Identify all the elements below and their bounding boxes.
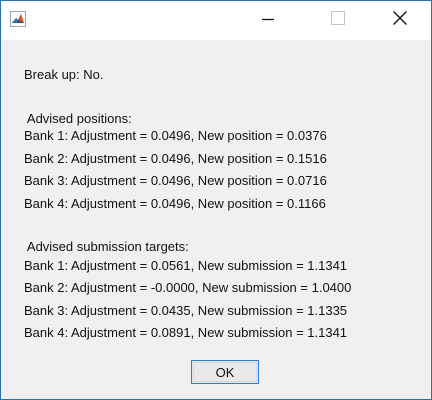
position-line: Bank 1: Adjustment = 0.0496, New positio…	[24, 128, 327, 143]
maximize-icon	[331, 11, 345, 30]
dialog-window: Break up: No. Advised positions: Bank 1:…	[0, 0, 432, 400]
target-line: Bank 2: Adjustment = -0.0000, New submis…	[24, 280, 352, 295]
minimize-icon	[262, 12, 274, 30]
title-bar[interactable]	[1, 1, 431, 40]
ok-button[interactable]: OK	[191, 360, 259, 384]
target-line: Bank 3: Adjustment = 0.0435, New submiss…	[24, 303, 348, 318]
dialog-content: Break up: No. Advised positions: Bank 1:…	[1, 40, 431, 399]
positions-heading: Advised positions:	[24, 111, 132, 126]
position-line: Bank 2: Adjustment = 0.0496, New positio…	[24, 151, 327, 166]
close-icon	[393, 11, 407, 30]
target-line: Bank 4: Adjustment = 0.0891, New submiss…	[24, 325, 348, 340]
position-line: Bank 3: Adjustment = 0.0496, New positio…	[24, 173, 327, 188]
target-line: Bank 1: Adjustment = 0.0561, New submiss…	[24, 258, 348, 273]
close-button[interactable]	[377, 1, 423, 40]
matlab-icon	[10, 11, 26, 27]
position-line: Bank 4: Adjustment = 0.0496, New positio…	[24, 196, 326, 211]
maximize-button[interactable]	[315, 1, 361, 40]
targets-heading: Advised submission targets:	[24, 239, 189, 254]
break-up-text: Break up: No.	[24, 67, 104, 82]
minimize-button[interactable]	[245, 1, 291, 40]
